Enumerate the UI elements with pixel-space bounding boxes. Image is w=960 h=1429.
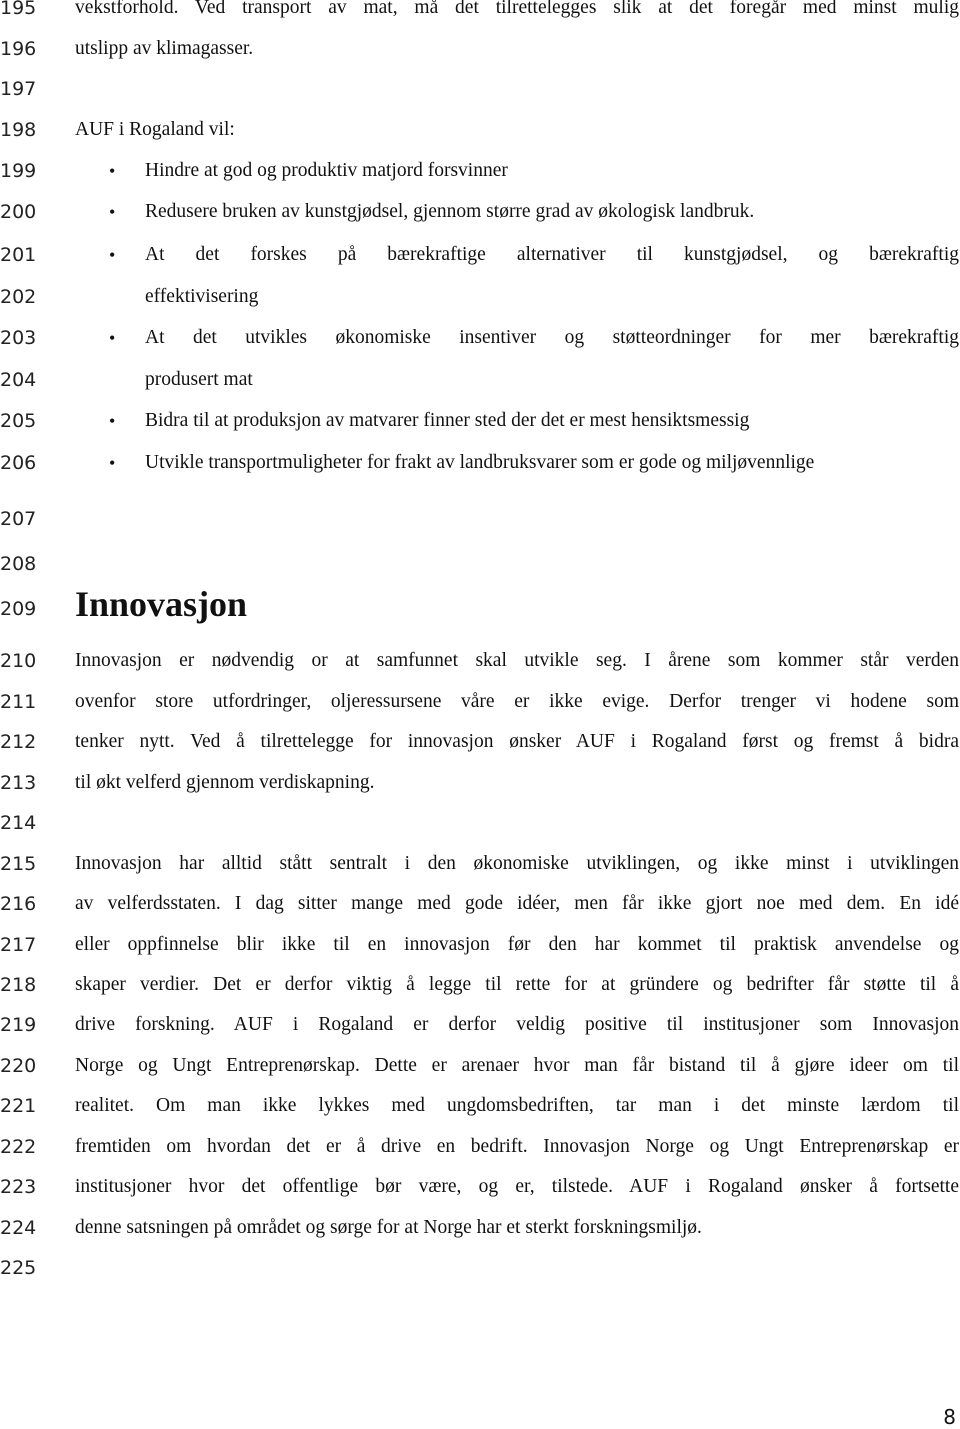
list-item-text: Bidra til at produksjon av matvarer finn… <box>145 410 750 431</box>
list-item-text: At det utvikles økonomiske insentiver og… <box>145 327 959 348</box>
line-number: 217 <box>0 934 37 956</box>
line-number: 220 <box>0 1055 37 1077</box>
line-number: 224 <box>0 1217 37 1239</box>
line-number: 225 <box>0 1257 37 1279</box>
line-number: 215 <box>0 853 37 875</box>
list-item-text: produsert mat <box>145 369 253 390</box>
line-number: 204 <box>0 369 37 391</box>
bullet-icon: • <box>109 202 116 222</box>
line-number: 205 <box>0 410 37 432</box>
line-number: 200 <box>0 201 37 223</box>
bullet-icon: • <box>109 328 116 348</box>
text-line: Innovasjon har alltid stått sentralt i d… <box>75 853 959 874</box>
line-number: 203 <box>0 327 37 349</box>
line-number: 222 <box>0 1136 37 1158</box>
line-number: 209 <box>0 598 37 620</box>
text-line: tenker nytt. Ved å tilrettelegge for inn… <box>75 731 959 752</box>
line-number: 213 <box>0 772 37 794</box>
section-heading: Innovasjon <box>75 584 248 624</box>
line-number: 212 <box>0 731 37 753</box>
bullet-icon: • <box>109 161 116 181</box>
text-line: til økt velferd gjennom verdiskapning. <box>75 772 375 793</box>
text-line: ovenfor store utfordringer, oljeressurse… <box>75 691 959 712</box>
text-line: drive forskning. AUF i Rogaland er derfo… <box>75 1014 959 1035</box>
line-number: 196 <box>0 38 37 60</box>
list-item-text: At det forskes på bærekraftige alternati… <box>145 244 959 265</box>
line-number: 221 <box>0 1095 37 1117</box>
bullet-icon: • <box>109 411 116 431</box>
line-number: 214 <box>0 812 37 834</box>
text-line: utslipp av klimagasser. <box>75 38 254 59</box>
text-line: institusjoner hvor det offentlige bør væ… <box>75 1176 959 1197</box>
text-line: fremtiden om hvordan det er å drive en b… <box>75 1136 959 1157</box>
text-line: skaper verdier. Det er derfor viktig å l… <box>75 974 959 995</box>
line-number: 210 <box>0 650 37 672</box>
line-number: 207 <box>0 508 37 530</box>
line-number: 208 <box>0 553 37 575</box>
text-line: eller oppfinnelse blir ikke til en innov… <box>75 934 959 955</box>
line-number: 219 <box>0 1014 37 1036</box>
line-number: 206 <box>0 452 37 474</box>
text-line: denne satsningen på området og sørge for… <box>75 1217 702 1238</box>
list-item-text: Redusere bruken av kunstgjødsel, gjennom… <box>145 201 755 222</box>
text-line: Innovasjon er nødvendig or at samfunnet … <box>75 650 959 671</box>
text-line: realitet. Om man ikke lykkes med ungdoms… <box>75 1095 959 1116</box>
line-number: 197 <box>0 78 37 100</box>
line-number: 198 <box>0 119 37 141</box>
bullet-icon: • <box>109 245 116 265</box>
text-line: av velferdsstaten. I dag sitter mange me… <box>75 893 959 914</box>
line-number: 216 <box>0 893 37 915</box>
text-line: vekstforhold. Ved transport av mat, må d… <box>75 0 959 18</box>
line-number: 218 <box>0 974 37 996</box>
line-number: 201 <box>0 244 37 266</box>
line-number: 211 <box>0 691 37 713</box>
list-item-text: Utvikle transportmuligheter for frakt av… <box>145 452 815 473</box>
list-item-text: Hindre at god og produktiv matjord forsv… <box>145 160 508 181</box>
line-number: 223 <box>0 1176 37 1198</box>
page-number: 8 <box>943 1405 956 1429</box>
bullet-icon: • <box>109 453 116 473</box>
list-lead: AUF i Rogaland vil: <box>75 119 235 140</box>
list-item-text: effektivisering <box>145 286 259 307</box>
line-number: 202 <box>0 286 37 308</box>
text-line: Norge og Ungt Entreprenørskap. Dette er … <box>75 1055 959 1076</box>
line-number: 199 <box>0 160 37 182</box>
line-number: 195 <box>0 0 37 19</box>
